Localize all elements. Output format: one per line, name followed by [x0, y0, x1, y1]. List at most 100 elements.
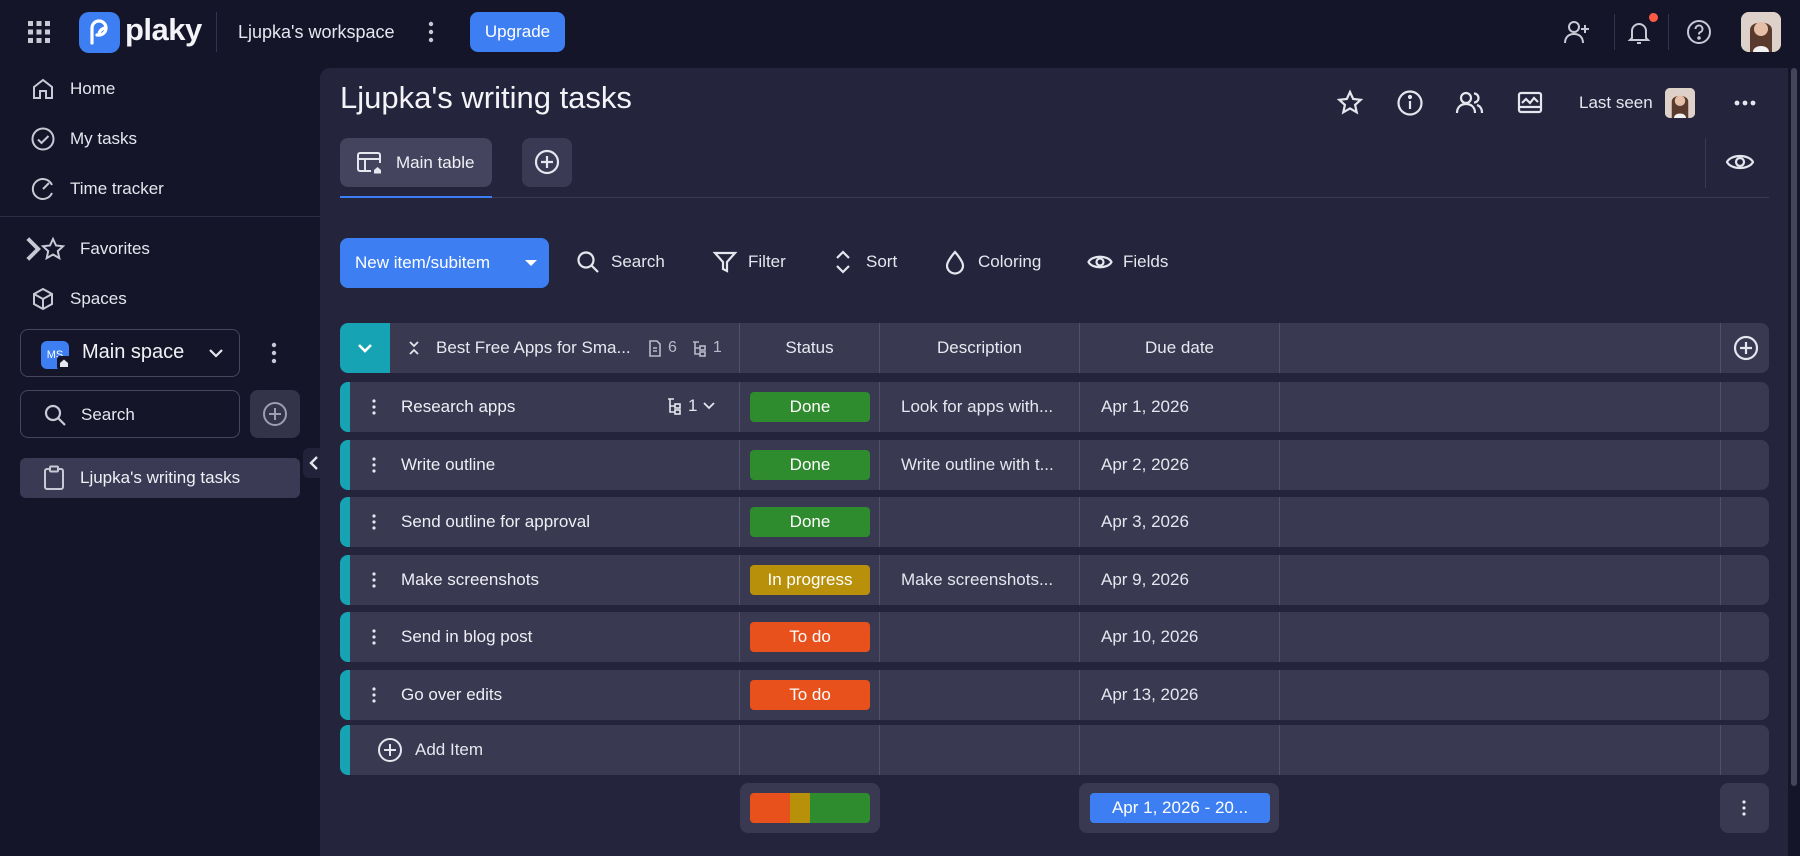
description-cell[interactable]: Look for apps with...: [901, 397, 1061, 417]
add-column-icon[interactable]: [1733, 335, 1759, 361]
info-icon[interactable]: [1396, 89, 1424, 117]
upgrade-button[interactable]: Upgrade: [470, 12, 565, 52]
workspace-menu-icon[interactable]: [424, 20, 438, 44]
subitem-toggle[interactable]: 1: [666, 396, 716, 416]
sidebar-item-spaces[interactable]: Spaces: [30, 286, 127, 312]
status-badge[interactable]: In progress: [750, 564, 870, 595]
column-header-description[interactable]: Description: [880, 323, 1079, 373]
sidebar-item-home[interactable]: Home: [30, 76, 115, 102]
group-collapse-button[interactable]: [340, 323, 390, 373]
workspace-name[interactable]: Ljupka's workspace: [238, 22, 395, 43]
space-menu-icon[interactable]: [267, 340, 281, 366]
chevron-down-icon: [357, 342, 373, 354]
row-menu-icon[interactable]: [370, 686, 378, 704]
row-menu-icon[interactable]: [370, 513, 378, 531]
divider: [1668, 14, 1669, 50]
scrollbar-thumb[interactable]: [1791, 68, 1797, 786]
space-selector[interactable]: MS Main space: [20, 329, 240, 377]
description-cell[interactable]: Make screenshots...: [901, 570, 1061, 590]
divider: [1279, 439, 1280, 490]
divider: [1720, 323, 1721, 373]
group-name[interactable]: Best Free Apps for Sma...: [436, 338, 631, 358]
divider: [879, 382, 880, 432]
filter-button[interactable]: Filter: [712, 249, 786, 275]
status-summary-segment: [789, 793, 810, 823]
table-row[interactable]: Research apps 1 Done Look for apps with... A…: [340, 382, 1769, 432]
status-badge[interactable]: To do: [750, 679, 870, 710]
item-name[interactable]: Make screenshots: [401, 570, 539, 590]
visibility-eye-icon[interactable]: [1725, 150, 1755, 174]
row-menu-icon[interactable]: [370, 571, 378, 589]
divider: [1079, 725, 1080, 775]
sidebar-item-favorites[interactable]: Favorites: [20, 236, 150, 262]
item-name[interactable]: Write outline: [401, 455, 495, 475]
members-icon[interactable]: [1455, 89, 1484, 117]
group-color-bar: [340, 382, 350, 432]
sidebar-search-input[interactable]: Search: [20, 390, 240, 438]
sort-button[interactable]: Sort: [830, 249, 897, 275]
column-header-due-date[interactable]: Due date: [1080, 323, 1279, 373]
divider: [879, 725, 880, 775]
caret-down-icon[interactable]: [525, 260, 537, 266]
favorite-star-icon[interactable]: [1336, 89, 1364, 117]
due-date-cell[interactable]: Apr 9, 2026: [1101, 570, 1189, 590]
status-summary-segment: [809, 793, 870, 823]
last-seen-avatar[interactable]: [1665, 88, 1695, 118]
row-menu-icon[interactable]: [370, 456, 378, 474]
status-badge[interactable]: Done: [750, 449, 870, 480]
notifications-bell-icon[interactable]: [1626, 19, 1652, 45]
plaky-logo-icon[interactable]: [79, 12, 120, 53]
item-name[interactable]: Send outline for approval: [401, 512, 590, 532]
sidebar-item-time-tracker[interactable]: Time tracker: [30, 176, 164, 202]
row-menu-icon[interactable]: [370, 398, 378, 416]
group-color-bar: [340, 439, 350, 490]
item-name[interactable]: Go over edits: [401, 685, 502, 705]
item-name[interactable]: Research apps: [401, 397, 515, 417]
table-row[interactable]: Write outline Done Write outline with t...…: [340, 439, 1769, 490]
apps-grid-icon[interactable]: [28, 21, 50, 43]
sidebar-item-my-tasks[interactable]: My tasks: [30, 126, 137, 152]
sidebar-board-item[interactable]: Ljupka's writing tasks: [20, 458, 300, 498]
divider: [879, 554, 880, 605]
due-date-cell[interactable]: Apr 10, 2026: [1101, 627, 1198, 647]
status-badge[interactable]: Done: [750, 392, 870, 422]
due-date-cell[interactable]: Apr 2, 2026: [1101, 455, 1189, 475]
item-name[interactable]: Send in blog post: [401, 627, 532, 647]
spaces-label: Spaces: [70, 289, 127, 308]
last-seen-label[interactable]: Last seen: [1579, 93, 1653, 113]
due-date-cell[interactable]: Apr 13, 2026: [1101, 685, 1198, 705]
status-badge[interactable]: Done: [750, 507, 870, 537]
add-item-row[interactable]: Add Item: [340, 725, 1769, 775]
activity-icon[interactable]: [1516, 89, 1544, 117]
more-options-icon[interactable]: [1734, 93, 1756, 113]
summary-menu-button[interactable]: [1720, 783, 1769, 833]
table-row[interactable]: Send in blog post To do Apr 10, 2026: [340, 612, 1769, 662]
status-badge[interactable]: To do: [750, 622, 870, 652]
cube-icon: [30, 286, 56, 312]
new-item-button[interactable]: New item/subitem: [340, 238, 549, 288]
divider: [739, 554, 740, 605]
column-header-status[interactable]: Status: [740, 323, 879, 373]
search-button[interactable]: Search: [575, 249, 665, 275]
plus-circle-icon: [262, 401, 288, 427]
invite-user-icon[interactable]: [1563, 19, 1589, 45]
add-view-button[interactable]: [522, 138, 572, 187]
fields-button[interactable]: Fields: [1087, 249, 1168, 275]
collapse-rows-icon[interactable]: [408, 340, 420, 356]
due-date-cell[interactable]: Apr 3, 2026: [1101, 512, 1189, 532]
row-menu-icon[interactable]: [370, 628, 378, 646]
tab-main-table[interactable]: Main table: [340, 138, 492, 187]
table-row[interactable]: Send outline for approval Done Apr 3, 2026: [340, 497, 1769, 547]
description-cell[interactable]: Write outline with t...: [901, 455, 1061, 475]
due-date-summary[interactable]: Apr 1, 2026 - 20...: [1079, 783, 1279, 833]
coloring-button[interactable]: Coloring: [942, 249, 1041, 275]
help-icon[interactable]: [1686, 19, 1712, 45]
fields-label: Fields: [1123, 252, 1169, 271]
due-date-cell[interactable]: Apr 1, 2026: [1101, 397, 1189, 417]
add-board-button[interactable]: [250, 390, 300, 438]
user-avatar[interactable]: [1741, 12, 1781, 52]
coloring-label: Coloring: [978, 252, 1042, 271]
table-row[interactable]: Make screenshots In progress Make screensh…: [340, 554, 1769, 605]
status-summary[interactable]: [740, 783, 880, 833]
table-row[interactable]: Go over edits To do Apr 13, 2026: [340, 669, 1769, 720]
